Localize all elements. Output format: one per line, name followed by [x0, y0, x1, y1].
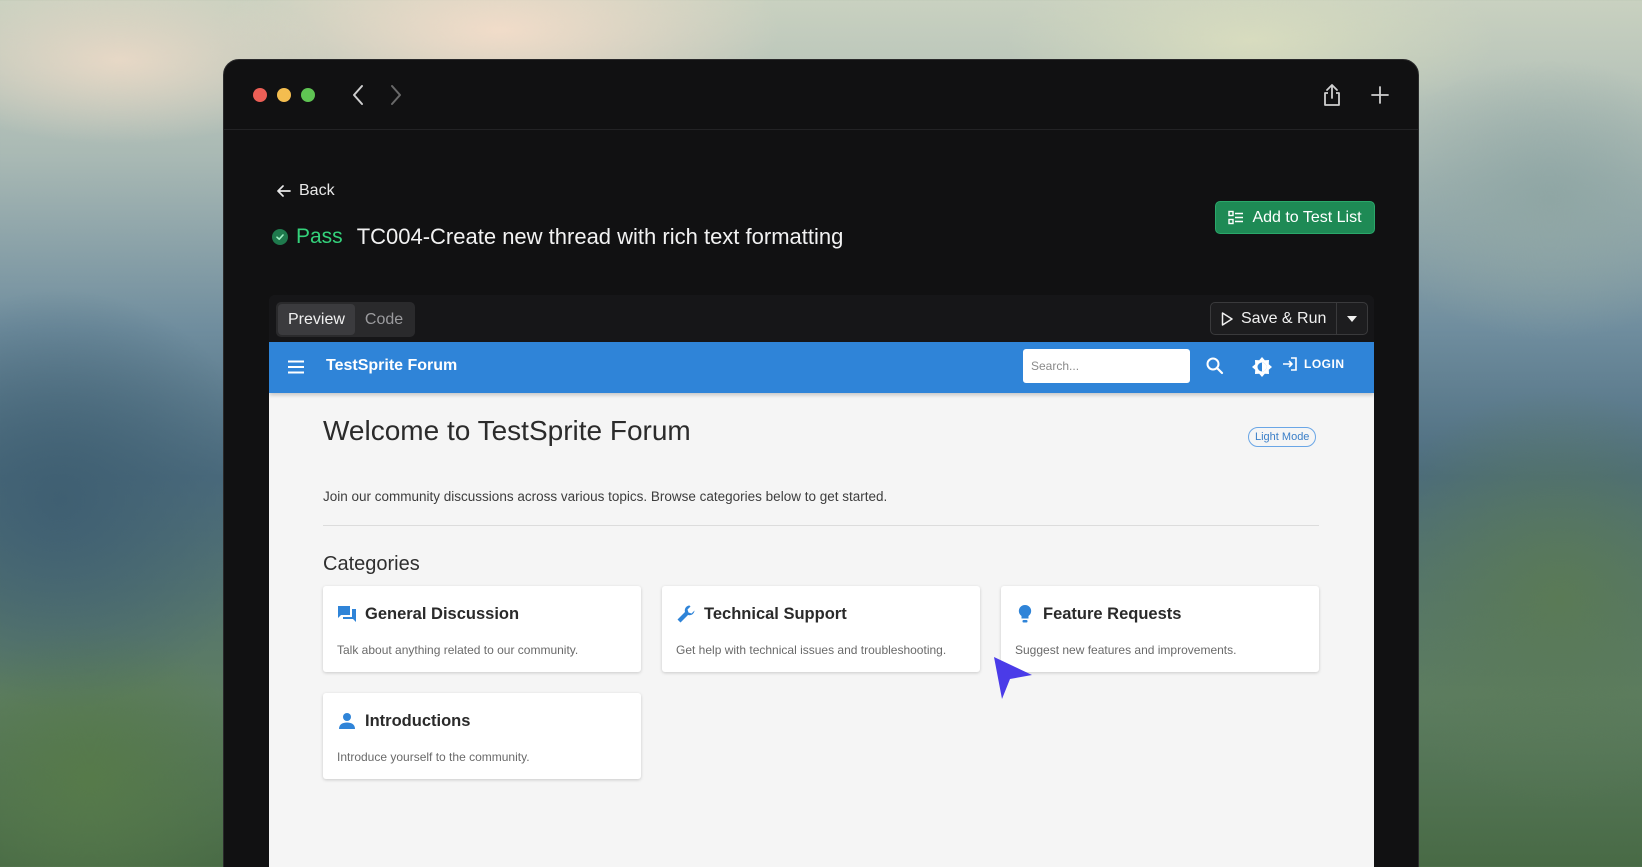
search-icon[interactable]	[1205, 356, 1225, 381]
categories-heading: Categories	[323, 553, 420, 575]
category-title: Introductions	[365, 711, 471, 730]
login-icon	[1283, 357, 1297, 371]
login-button[interactable]: LOGIN	[1282, 356, 1345, 372]
add-to-test-list-button[interactable]: Add to Test List	[1215, 201, 1375, 234]
chevron-left-icon[interactable]	[344, 80, 372, 110]
play-icon	[1221, 311, 1233, 326]
category-title: Technical Support	[704, 604, 847, 623]
category-description: Suggest new features and improvements.	[1015, 643, 1237, 657]
browser-window: Back Pass TC004-Create new thread with r…	[223, 59, 1419, 867]
back-label: Back	[299, 182, 335, 199]
category-card-technical-support[interactable]: Technical Support Get help with technica…	[662, 586, 980, 672]
back-link[interactable]: Back	[277, 182, 335, 200]
cursor-pointer-icon	[994, 657, 1032, 699]
list-check-icon	[1228, 210, 1244, 224]
category-card-introductions[interactable]: Introductions Introduce yourself to the …	[323, 693, 641, 779]
add-to-test-list-label: Add to Test List	[1252, 208, 1362, 226]
view-toggle: Preview Code	[276, 302, 416, 337]
page-title: TC004-Create new thread with rich text f…	[356, 224, 844, 249]
login-label: LOGIN	[1304, 357, 1345, 371]
check-circle-icon	[272, 229, 288, 245]
arrow-left-icon	[277, 185, 291, 197]
search-input[interactable]	[1023, 349, 1190, 383]
save-run-label: Save & Run	[1241, 309, 1327, 327]
lightbulb-icon	[1018, 604, 1032, 623]
chevron-down-icon[interactable]	[1337, 303, 1367, 334]
test-title-row: Pass TC004-Create new thread with rich t…	[272, 224, 843, 250]
brightness-icon[interactable]	[1251, 356, 1273, 383]
save-run-button[interactable]: Save & Run	[1211, 303, 1338, 334]
category-title: General Discussion	[365, 604, 520, 623]
minimize-window-button[interactable]	[277, 88, 291, 102]
intro-text: Join our community discussions across va…	[323, 489, 888, 504]
plus-icon[interactable]	[1365, 80, 1395, 110]
maximize-window-button[interactable]	[301, 88, 315, 102]
divider	[323, 525, 1319, 526]
tab-code[interactable]: Code	[355, 304, 413, 335]
welcome-heading: Welcome to TestSprite Forum	[323, 415, 691, 446]
status-badge: Pass	[296, 225, 343, 248]
category-card-general-discussion[interactable]: General Discussion Talk about anything r…	[323, 586, 641, 672]
category-description: Talk about anything related to our commu…	[337, 643, 579, 657]
category-description: Get help with technical issues and troub…	[676, 643, 947, 657]
category-description: Introduce yourself to the community.	[337, 750, 530, 764]
save-run-group: Save & Run	[1210, 302, 1369, 335]
panel-toolbar: Preview Code Save & Run	[269, 295, 1374, 342]
test-panel: Preview Code Save & Run TestSprite Forum	[269, 295, 1374, 867]
person-icon	[339, 713, 355, 729]
preview-frame: TestSprite Forum LOGIN Welcome to TestSp…	[269, 342, 1374, 867]
share-icon[interactable]	[1317, 80, 1347, 110]
forum-icon	[338, 606, 356, 622]
chevron-right-icon[interactable]	[382, 80, 410, 110]
tab-preview[interactable]: Preview	[278, 304, 355, 335]
title-bar	[224, 60, 1418, 130]
close-window-button[interactable]	[253, 88, 267, 102]
light-mode-chip[interactable]: Light Mode	[1248, 427, 1317, 447]
category-card-feature-requests[interactable]: Feature Requests Suggest new features an…	[1001, 586, 1319, 672]
category-title: Feature Requests	[1043, 604, 1182, 623]
app-title: TestSprite Forum	[326, 357, 458, 374]
menu-icon[interactable]	[285, 356, 307, 378]
wrench-icon	[677, 605, 695, 623]
app-bar: TestSprite Forum LOGIN	[269, 342, 1374, 393]
